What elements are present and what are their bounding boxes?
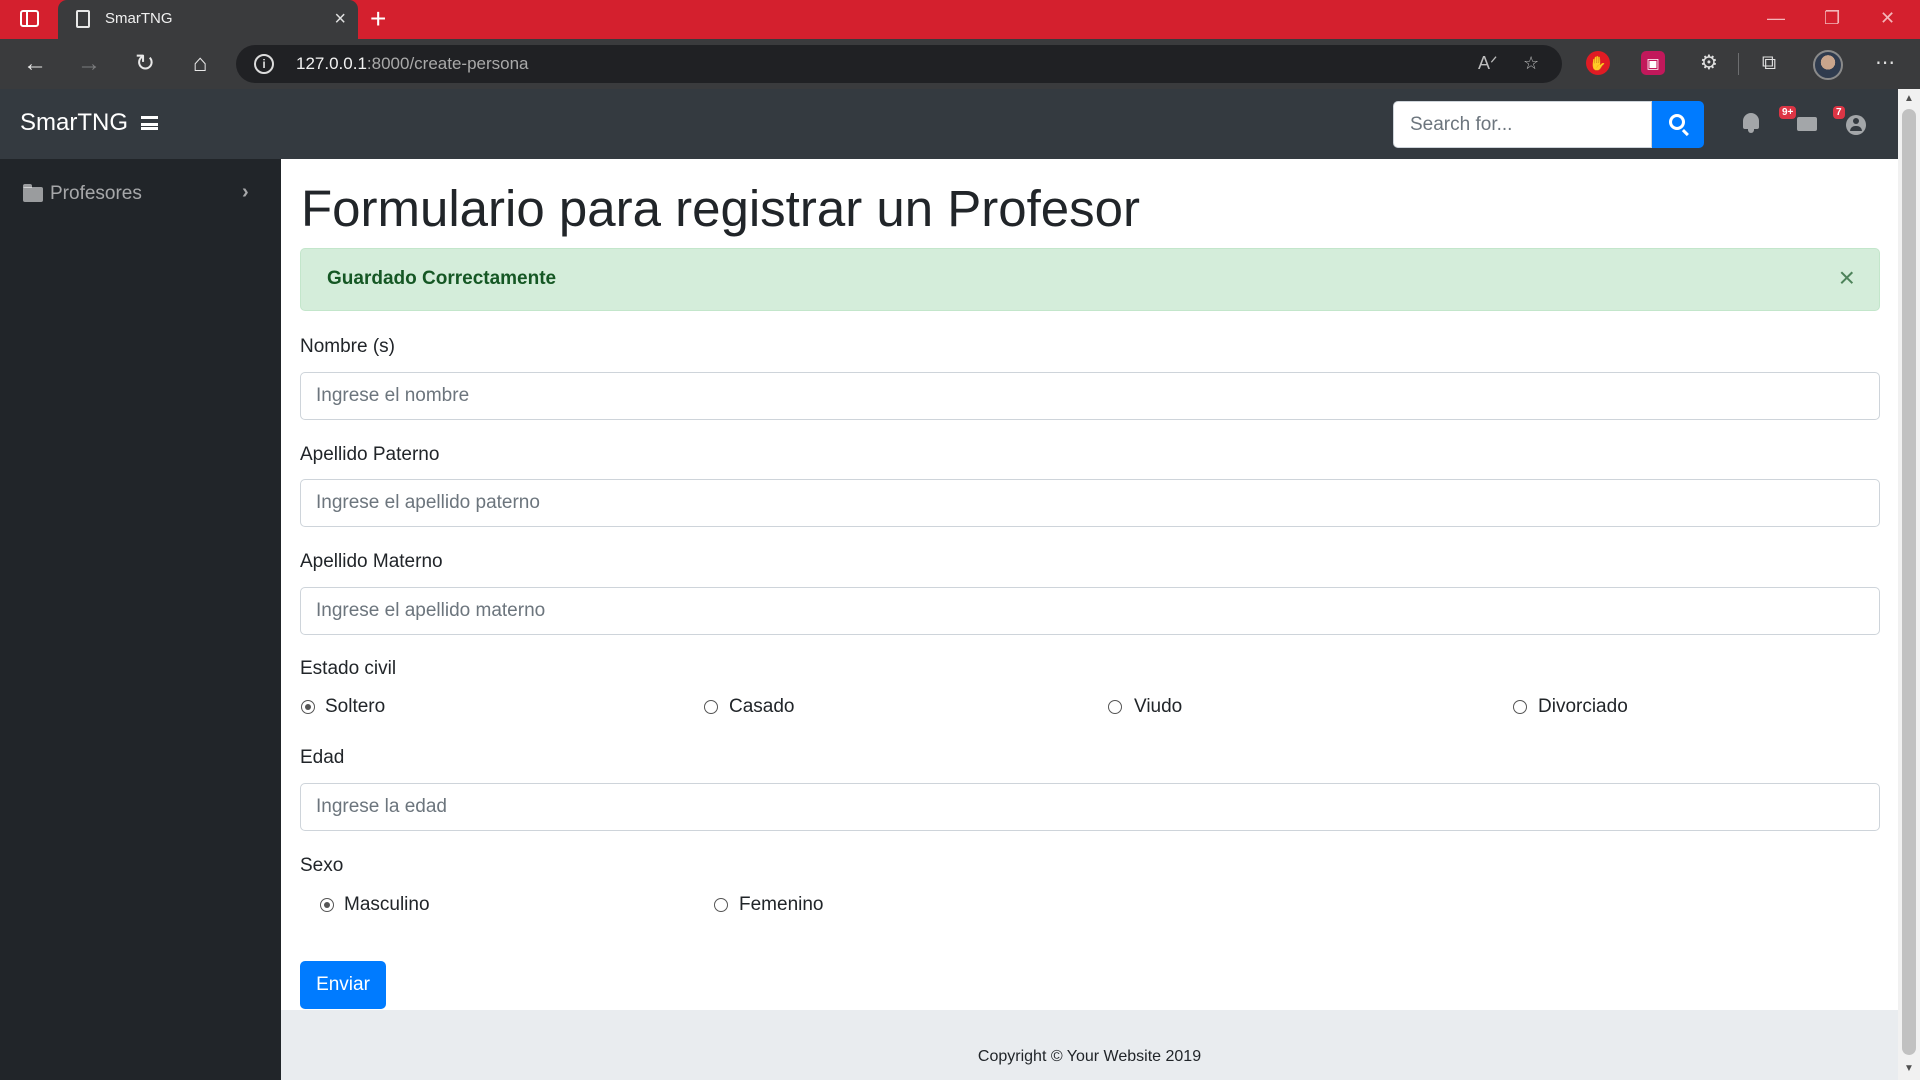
url-text[interactable]: 127.0.0.1:8000/create-persona bbox=[296, 54, 529, 74]
apellido-materno-input[interactable] bbox=[300, 587, 1880, 635]
messages-badge: 7 bbox=[1833, 106, 1845, 119]
radio-divorciado[interactable] bbox=[1513, 700, 1527, 714]
main-content: Formulario para registrar un Profesor Gu… bbox=[281, 159, 1898, 1010]
tab-title: SmarTNG bbox=[105, 10, 173, 27]
scroll-up-icon[interactable]: ▲ bbox=[1904, 93, 1914, 104]
user-icon[interactable] bbox=[1846, 115, 1866, 135]
nombre-label: Nombre (s) bbox=[300, 336, 396, 357]
radio-label-soltero[interactable]: Soltero bbox=[325, 696, 385, 718]
sidebar-item-profesores[interactable]: Profesores › bbox=[0, 179, 281, 209]
search-icon bbox=[1669, 114, 1685, 130]
alerts-badge: 9+ bbox=[1779, 106, 1797, 119]
reload-icon[interactable]: ↻ bbox=[130, 49, 160, 79]
more-menu-icon[interactable]: ⋯ bbox=[1873, 51, 1897, 75]
edad-label: Edad bbox=[300, 747, 345, 768]
bell-icon[interactable] bbox=[1743, 113, 1759, 133]
back-icon[interactable]: ← bbox=[20, 49, 50, 79]
folder-icon bbox=[23, 184, 43, 202]
edad-input[interactable] bbox=[300, 783, 1880, 831]
radio-masculino[interactable] bbox=[320, 898, 334, 912]
extension-icon[interactable]: ▣ bbox=[1641, 51, 1665, 75]
radio-label-masculino[interactable]: Masculino bbox=[344, 894, 430, 916]
scroll-down-icon[interactable]: ▼ bbox=[1904, 1063, 1914, 1074]
browser-tab[interactable]: SmarTNG × bbox=[58, 0, 358, 39]
envelope-icon[interactable] bbox=[1797, 117, 1817, 131]
apellido-materno-label: Apellido Materno bbox=[300, 551, 443, 572]
sexo-label: Sexo bbox=[300, 855, 344, 876]
sidebar-item-label: Profesores bbox=[50, 183, 142, 204]
alert-message: Guardado Correctamente bbox=[327, 268, 557, 289]
collections-icon[interactable]: ⧉ bbox=[1757, 51, 1781, 75]
app-navbar: SmarTNG bbox=[0, 89, 1898, 159]
read-aloud-icon[interactable]: Aᐟ bbox=[1478, 53, 1498, 74]
search-input[interactable] bbox=[1393, 101, 1652, 148]
page-icon bbox=[76, 10, 90, 28]
nombre-input[interactable] bbox=[300, 372, 1880, 420]
apellido-paterno-label: Apellido Paterno bbox=[300, 444, 440, 465]
footer-copyright: Copyright © Your Website 2019 bbox=[977, 1048, 1202, 1065]
alert-close-icon[interactable]: × bbox=[1839, 263, 1855, 293]
radio-soltero[interactable] bbox=[301, 700, 315, 714]
chevron-right-icon: › bbox=[242, 181, 249, 203]
brand-logo[interactable]: SmarTNG bbox=[20, 109, 128, 137]
success-alert: Guardado Correctamente × bbox=[300, 248, 1880, 311]
page-title: Formulario para registrar un Profesor bbox=[301, 180, 1140, 237]
radio-label-divorciado[interactable]: Divorciado bbox=[1538, 696, 1628, 718]
search-button[interactable] bbox=[1652, 101, 1704, 148]
minimize-icon[interactable]: — bbox=[1767, 6, 1785, 30]
estado-civil-label: Estado civil bbox=[300, 658, 397, 679]
search-form bbox=[1393, 101, 1704, 148]
new-tab-icon[interactable]: + bbox=[370, 4, 386, 34]
submit-button[interactable]: Enviar bbox=[300, 961, 386, 1009]
browser-toolbar: ← → ↻ ⌂ i 127.0.0.1:8000/create-persona … bbox=[0, 39, 1920, 89]
sidebar: Profesores › bbox=[0, 159, 281, 1080]
site-info-icon[interactable]: i bbox=[254, 54, 274, 74]
apellido-paterno-input[interactable] bbox=[300, 479, 1880, 527]
profile-avatar[interactable] bbox=[1813, 50, 1843, 80]
footer: Copyright © Your Website 2019 bbox=[281, 1010, 1898, 1080]
browser-tab-bar: SmarTNG × + — ❐ ✕ bbox=[0, 0, 1920, 39]
url-path: :8000/create-persona bbox=[366, 54, 529, 73]
tab-actions-icon[interactable] bbox=[20, 10, 39, 27]
favorites-star-icon[interactable]: ☆ bbox=[1523, 53, 1539, 74]
radio-viudo[interactable] bbox=[1108, 700, 1122, 714]
radio-femenino[interactable] bbox=[714, 898, 728, 912]
tab-close-icon[interactable]: × bbox=[334, 7, 346, 31]
page-scrollbar[interactable]: ▲ ▼ bbox=[1898, 89, 1920, 1080]
scroll-thumb[interactable] bbox=[1902, 109, 1916, 1055]
extension-adblock-icon[interactable]: ✋ bbox=[1586, 51, 1610, 75]
extensions-puzzle-icon[interactable]: ⚙ bbox=[1697, 51, 1721, 75]
toolbar-divider bbox=[1738, 53, 1739, 75]
radio-label-femenino[interactable]: Femenino bbox=[739, 894, 824, 916]
sidebar-toggle-icon[interactable] bbox=[141, 116, 158, 130]
radio-label-viudo[interactable]: Viudo bbox=[1134, 696, 1182, 718]
radio-casado[interactable] bbox=[704, 700, 718, 714]
window-close-icon[interactable]: ✕ bbox=[1880, 6, 1895, 30]
url-host: 127.0.0.1 bbox=[296, 54, 367, 73]
address-bar[interactable]: i 127.0.0.1:8000/create-persona Aᐟ ☆ bbox=[236, 45, 1562, 83]
restore-icon[interactable]: ❐ bbox=[1824, 6, 1840, 30]
home-icon[interactable]: ⌂ bbox=[185, 49, 215, 79]
forward-icon[interactable]: → bbox=[74, 49, 104, 79]
radio-label-casado[interactable]: Casado bbox=[729, 696, 795, 718]
